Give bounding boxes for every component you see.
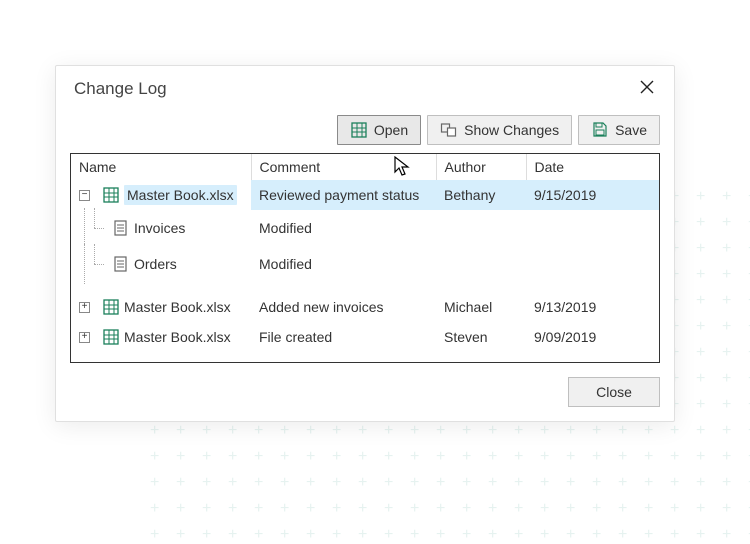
save-button-label: Save [615, 122, 647, 138]
sheet-name: Invoices [134, 220, 185, 236]
file-name: Master Book.xlsx [124, 185, 237, 205]
date-cell: 9/13/2019 [526, 292, 659, 322]
show-changes-button[interactable]: Show Changes [427, 115, 572, 145]
date-cell: 9/09/2019 [526, 322, 659, 352]
table-row[interactable]: + Master Book.xlsx Added new invoices Mi… [71, 292, 659, 322]
close-button[interactable]: Close [568, 377, 660, 407]
expand-icon[interactable]: + [79, 332, 90, 343]
close-icon[interactable] [636, 76, 658, 101]
table-row[interactable]: + Master Book.xlsx File created Steven 9… [71, 322, 659, 352]
author-cell: Michael [436, 292, 526, 322]
compare-icon [440, 121, 458, 139]
sheet-icon [112, 255, 130, 273]
comment-cell: Modified [251, 246, 436, 282]
dialog-title: Change Log [74, 79, 167, 99]
save-icon [591, 121, 609, 139]
file-name: Master Book.xlsx [124, 329, 231, 345]
excel-file-icon [102, 298, 120, 316]
collapse-icon[interactable]: − [79, 190, 90, 201]
col-header-comment[interactable]: Comment [251, 154, 436, 180]
open-button-label: Open [374, 122, 408, 138]
excel-file-icon [102, 186, 120, 204]
col-header-author[interactable]: Author [436, 154, 526, 180]
author-cell: Bethany [436, 180, 526, 210]
sheet-name: Orders [134, 256, 177, 272]
close-button-label: Close [596, 384, 632, 400]
table-row[interactable]: − Master Book.xlsx Reviewed payment stat… [71, 180, 659, 210]
toolbar: Open Show Changes Save [56, 109, 674, 153]
col-header-name[interactable]: Name [71, 154, 251, 180]
comment-cell: Added new invoices [251, 292, 436, 322]
dialog-footer: Close [56, 363, 674, 421]
col-header-date[interactable]: Date [526, 154, 659, 180]
comment-cell: Modified [251, 210, 436, 246]
save-button[interactable]: Save [578, 115, 660, 145]
grid-header-row: Name Comment Author Date [71, 154, 659, 180]
show-changes-label: Show Changes [464, 122, 559, 138]
excel-file-icon [102, 328, 120, 346]
comment-cell: File created [251, 322, 436, 352]
expand-icon[interactable]: + [79, 302, 90, 313]
excel-icon [350, 121, 368, 139]
table-row[interactable]: Invoices Modified [71, 210, 659, 246]
open-button[interactable]: Open [337, 115, 421, 145]
title-bar: Change Log [56, 66, 674, 109]
sheet-icon [112, 219, 130, 237]
file-name: Master Book.xlsx [124, 299, 231, 315]
table-row[interactable]: Orders Modified [71, 246, 659, 282]
date-cell: 9/15/2019 [526, 180, 659, 210]
change-log-dialog: Change Log Open [55, 65, 675, 422]
comment-cell: Reviewed payment status [251, 180, 436, 210]
author-cell: Steven [436, 322, 526, 352]
change-log-grid: Name Comment Author Date − [70, 153, 660, 363]
